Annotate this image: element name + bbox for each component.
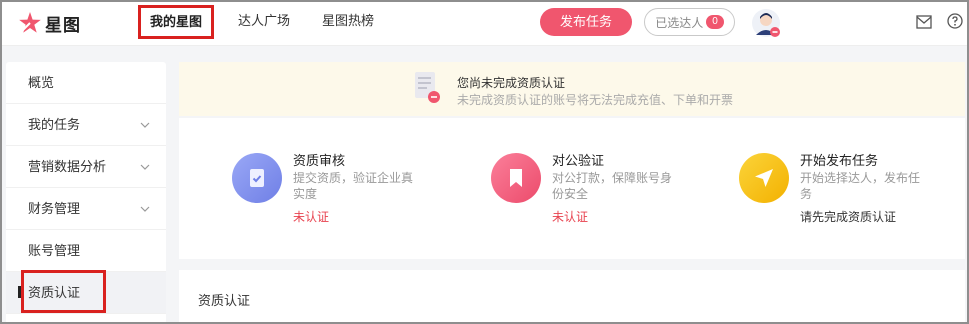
sidebar-item-account[interactable]: 账号管理 <box>6 230 166 272</box>
nav-my-xingtu[interactable]: 我的星图 <box>138 5 214 39</box>
step-title: 对公验证 <box>552 153 605 168</box>
step-description: 提交资质，验证企业真实度 <box>293 171 414 201</box>
selected-count-badge: 0 <box>706 15 724 29</box>
sidebar-item-label: 我的任务 <box>28 117 81 132</box>
document-check-icon <box>250 169 264 187</box>
step-status[interactable]: 未认证 <box>293 208 329 225</box>
selected-talent-button[interactable]: 已选达人 0 <box>644 8 735 36</box>
step-qualification-review: 资质审核 提交资质，验证企业真实度 未认证 <box>232 150 432 240</box>
banner-subtitle: 未完成资质认证的账号将无法完成充值、下单和开票 <box>457 93 734 107</box>
chevron-down-icon <box>140 206 150 212</box>
star-logo-icon <box>19 12 41 33</box>
step-icon-circle <box>739 153 789 203</box>
qualification-section: 资质认证 <box>179 270 965 324</box>
help-icon[interactable] <box>947 13 963 29</box>
nav-hot-list[interactable]: 星图热榜 <box>322 2 374 46</box>
sidebar-item-overview[interactable]: 概览 <box>6 62 166 104</box>
step-status[interactable]: 未认证 <box>552 208 588 225</box>
sidebar-item-label: 概览 <box>28 75 55 90</box>
chevron-down-icon <box>140 122 150 128</box>
publish-task-button[interactable]: 发布任务 <box>540 8 632 36</box>
section-title: 资质认证 <box>198 293 251 308</box>
banner-title: 您尚未完成资质认证 <box>457 76 566 90</box>
document-warning-icon <box>415 72 440 103</box>
steps-card: 资质审核 提交资质，验证企业真实度 未认证 对公验证 对公打款，保障账号身份安全… <box>179 118 965 259</box>
highlight-box <box>21 270 106 313</box>
sidebar-item-label: 财务管理 <box>28 201 81 216</box>
step-description: 对公打款，保障账号身份安全 <box>552 171 673 201</box>
chevron-down-icon <box>140 164 150 170</box>
avatar[interactable] <box>751 8 781 38</box>
mail-icon[interactable] <box>916 15 932 29</box>
step-icon-circle <box>491 153 541 203</box>
step-start-publishing: 开始发布任务 开始选择达人，发布任务 请先完成资质认证 <box>739 150 939 240</box>
step-corporate-verification: 对公验证 对公打款，保障账号身份安全 未认证 <box>491 150 691 240</box>
bookmark-icon <box>510 169 522 187</box>
notice-banner: 您尚未完成资质认证 未完成资质认证的账号将无法完成充值、下单和开票 <box>179 62 965 116</box>
sidebar-item-my-tasks[interactable]: 我的任务 <box>6 104 166 146</box>
step-status: 请先完成资质认证 <box>800 210 897 224</box>
step-description: 开始选择达人，发布任务 <box>800 171 921 201</box>
step-icon-circle <box>232 153 282 203</box>
selected-talent-label: 已选达人 <box>655 15 704 30</box>
sidebar-item-label: 账号管理 <box>28 243 81 258</box>
step-title: 开始发布任务 <box>800 153 879 168</box>
step-title: 资质审核 <box>293 153 346 168</box>
sidebar-item-finance[interactable]: 财务管理 <box>6 188 166 230</box>
user-avatar-icon <box>752 9 780 37</box>
top-header: 星图 我的星图 达人广场 星图热榜 发布任务 已选达人 0 <box>2 2 967 46</box>
logo-text: 星图 <box>45 15 81 35</box>
nav-talent-square[interactable]: 达人广场 <box>238 2 290 46</box>
send-arrow-icon <box>755 169 773 187</box>
sidebar-item-marketing-analysis[interactable]: 营销数据分析 <box>6 146 166 188</box>
logo[interactable]: 星图 <box>18 10 81 36</box>
sidebar-item-label: 营销数据分析 <box>28 159 107 174</box>
